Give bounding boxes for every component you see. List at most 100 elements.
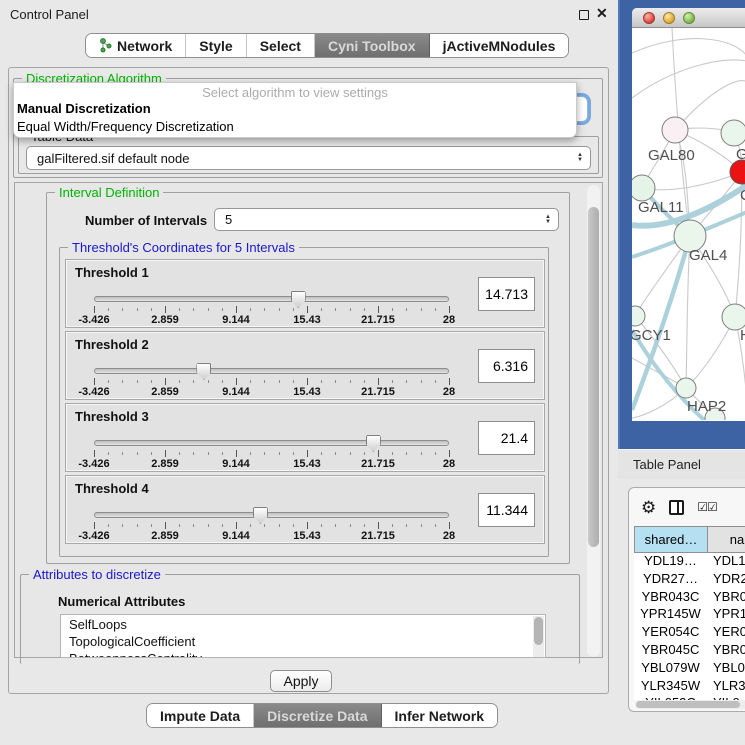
tab-style[interactable]: Style <box>186 34 246 57</box>
threshold-3-slider[interactable] <box>94 440 449 446</box>
table-row[interactable]: YBR045CYBR0 <box>634 642 745 660</box>
attributes-group-title: Attributes to discretize <box>29 567 165 582</box>
column-header-shared-name[interactable]: shared… <box>634 526 707 553</box>
node-table-body: YDL19…YDL1YDR27…YDR2YBR043CYBR0YPR145WYP… <box>634 553 745 700</box>
attribute-item[interactable]: BetweennessCentrality <box>61 650 545 658</box>
table-cell: YBR043C <box>634 589 707 607</box>
table-horizontal-scrollbar[interactable] <box>635 700 745 709</box>
table-row[interactable]: YBR043CYBR0 <box>634 589 745 607</box>
network-window-titlebar[interactable] <box>632 8 745 28</box>
tab-infer-network[interactable]: Infer Network <box>382 704 497 727</box>
threshold-4-slider[interactable] <box>94 512 449 518</box>
tab-jactivemnodules[interactable]: jActiveMNodules <box>430 34 569 57</box>
slider-scale-labels: -3.4262.8599.14415.4321.71528 <box>94 386 449 398</box>
attributes-scrollbar[interactable] <box>533 616 544 658</box>
tab-discretize-data-label: Discretize Data <box>267 708 367 724</box>
slider-ticks <box>94 378 449 386</box>
node-top-right[interactable] <box>721 120 745 146</box>
table-panel-titlebar: Table Panel <box>618 449 745 479</box>
table-row[interactable]: YDL19…YDL1 <box>634 553 745 571</box>
table-row[interactable]: YPR145WYPR1 <box>634 606 745 624</box>
close-traffic-light-icon[interactable] <box>643 12 655 24</box>
threshold-2-slider[interactable] <box>94 368 449 374</box>
table-toolbar: ⚙ ☑☑ <box>629 488 745 526</box>
node-label-gcy1: GCY1 <box>632 327 671 344</box>
node-label-hap2: HAP2 <box>687 398 726 415</box>
slider-scale-labels: -3.4262.8599.14415.4321.71528 <box>94 314 449 326</box>
node-label-partial-mid: C <box>740 187 745 204</box>
table-row[interactable]: YBL079WYBL0 <box>634 660 745 678</box>
table-cell: YDR27… <box>634 571 707 589</box>
columns-icon[interactable] <box>669 500 684 515</box>
tab-style-label: Style <box>199 38 232 54</box>
threshold-1-slider[interactable] <box>94 296 449 302</box>
table-row[interactable]: YER054CYER0 <box>634 624 745 642</box>
scrollbar-thumb[interactable] <box>636 701 740 708</box>
number-of-intervals-combobox[interactable]: 5 ▲▼ <box>214 208 559 231</box>
table-data-value: galFiltered.sif default node <box>37 151 189 166</box>
threshold-3-label: Threshold 3 <box>75 409 149 424</box>
dropdown-placeholder: Select algorithm to view settings <box>14 83 576 101</box>
minimize-traffic-light-icon[interactable] <box>663 12 675 24</box>
tab-infer-network-label: Infer Network <box>395 708 484 724</box>
scrollbar-thumb[interactable] <box>588 207 599 547</box>
interval-definition-group: Interval Definition Number of Intervals … <box>46 192 570 564</box>
table-row[interactable]: YLR345WYLR3 <box>634 678 745 696</box>
attribute-item[interactable]: SelfLoops <box>61 616 545 633</box>
gear-icon[interactable]: ⚙ <box>641 499 656 516</box>
node-label-gal80: GAL80 <box>648 147 695 164</box>
threshold-2-label: Threshold 2 <box>75 337 149 352</box>
table-cell: YER0 <box>707 624 745 642</box>
number-of-intervals-value: 5 <box>225 212 232 227</box>
tab-discretize-data[interactable]: Discretize Data <box>254 704 381 727</box>
select-all-checkboxes-icon[interactable]: ☑☑ <box>697 500 717 514</box>
scrollbar-thumb[interactable] <box>534 617 543 645</box>
table-cell: YBR0 <box>707 589 745 607</box>
tab-impute-data[interactable]: Impute Data <box>147 704 254 727</box>
node-gal11[interactable] <box>632 175 655 201</box>
network-canvas[interactable]: GAL80 GA C GAL11 GAL4 GCY1 H HAP2 <box>632 28 745 420</box>
threshold-4-label: Threshold 4 <box>75 481 149 496</box>
attribute-item[interactable]: TopologicalCoefficient <box>61 633 545 650</box>
apply-button[interactable]: Apply <box>270 670 332 692</box>
zoom-traffic-light-icon[interactable] <box>683 12 695 24</box>
control-panel-title: Control Panel <box>10 7 89 22</box>
tab-cyni-toolbox[interactable]: Cyni Toolbox <box>315 34 430 57</box>
node-gcy1[interactable] <box>632 306 645 326</box>
threshold-2-value-field[interactable]: 6.316 <box>478 349 535 383</box>
tab-cyni-toolbox-label: Cyni Toolbox <box>328 38 416 54</box>
application-window: Control Panel ✕ Network Style Select Cyn… <box>0 0 745 745</box>
float-window-icon[interactable] <box>579 10 589 20</box>
network-graph: GAL80 GA C GAL11 GAL4 GCY1 H HAP2 <box>632 28 745 420</box>
table-cell: YER054C <box>634 624 707 642</box>
close-icon[interactable]: ✕ <box>596 5 608 22</box>
dropdown-option-manual[interactable]: Manual Discretization <box>14 101 576 119</box>
numerical-attributes-list[interactable]: SelfLoopsTopologicalCoefficientBetweenne… <box>60 614 546 658</box>
node-label-gal4: GAL4 <box>689 247 727 264</box>
table-row[interactable]: YDR27…YDR2 <box>634 571 745 589</box>
node-hap2[interactable] <box>676 378 696 398</box>
table-cell: YBL079W <box>634 660 707 678</box>
tab-select[interactable]: Select <box>247 34 315 57</box>
threshold-3-value-field[interactable]: 21.4 <box>478 421 535 455</box>
column-header-name[interactable]: na <box>707 526 745 553</box>
slider-ticks <box>94 450 449 458</box>
settings-scrollbar[interactable] <box>587 185 600 657</box>
slider-ticks <box>94 306 449 314</box>
network-icon <box>99 38 112 53</box>
slider-ticks <box>94 522 449 530</box>
thresholds-group: Threshold's Coordinates for 5 Intervals … <box>59 247 549 557</box>
threshold-1-value-field[interactable]: 14.713 <box>478 277 535 311</box>
node-label-partial-low: H <box>740 327 745 344</box>
tab-network[interactable]: Network <box>86 34 186 57</box>
interval-definition-title: Interval Definition <box>55 185 163 200</box>
threshold-2-box: Threshold 2 -3.4262.8599.14415.4321.7152… <box>65 331 545 400</box>
numerical-attributes-label: Numerical Attributes <box>58 594 185 609</box>
node-gal80[interactable] <box>662 117 688 143</box>
thresholds-group-title: Threshold's Coordinates for 5 Intervals <box>68 240 299 255</box>
table-header-row: shared… na <box>634 526 745 553</box>
threshold-4-value-field[interactable]: 11.344 <box>478 493 535 527</box>
dropdown-option-equal-width[interactable]: Equal Width/Frequency Discretization <box>14 119 576 137</box>
table-data-combobox[interactable]: galFiltered.sif default node ▲▼ <box>26 146 591 170</box>
table-cell: YPR1 <box>707 606 745 624</box>
